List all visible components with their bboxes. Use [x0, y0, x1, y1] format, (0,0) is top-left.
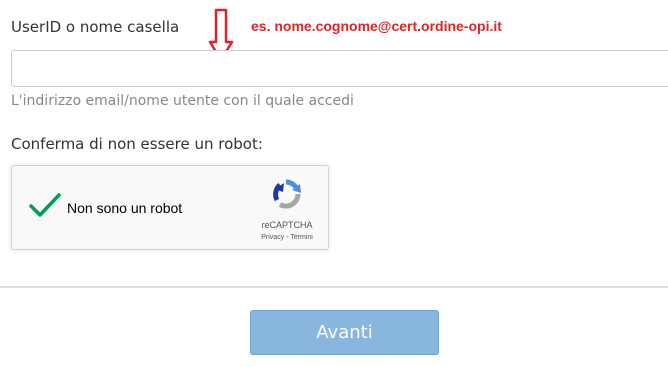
recaptcha-brand-text: reCAPTCHA: [261, 220, 313, 230]
divider: [0, 286, 668, 288]
recaptcha-logo-icon: [273, 179, 301, 209]
robot-confirm-label: Conferma di non essere un robot:: [11, 135, 263, 153]
avanti-button[interactable]: Avanti: [250, 310, 439, 355]
privacy-link[interactable]: Privacy: [261, 234, 284, 241]
recaptcha-checkbox-label: Non sono un robot: [67, 200, 183, 216]
userid-help-text: L'indirizzo email/nome utente con il qua…: [11, 93, 354, 109]
userid-input[interactable]: [11, 50, 668, 87]
checkmark-icon[interactable]: [28, 190, 62, 220]
annotation-example-text: es. nome.cognome@cert.ordine-opi.it: [251, 18, 502, 34]
recaptcha-links: Privacy - Termini: [249, 234, 325, 241]
terms-link[interactable]: Termini: [290, 234, 313, 241]
userid-label: UserID o nome casella: [11, 18, 180, 36]
recaptcha-widget: Non sono un robot reCAPTCHA Privacy - Te…: [11, 165, 329, 250]
